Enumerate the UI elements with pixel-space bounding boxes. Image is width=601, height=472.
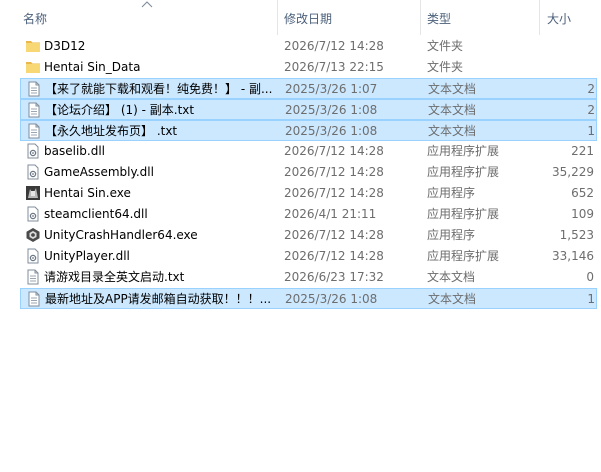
file-name: baselib.dll xyxy=(44,144,105,158)
file-modified-date: 2026/7/12 14:28 xyxy=(284,165,384,179)
column-header-type[interactable]: 类型 xyxy=(421,0,539,35)
folder-icon xyxy=(25,59,41,75)
file-row[interactable]: 【来了就能下载和观看！纯免费！】 - 副... 2025/3/26 1:07 文本文… xyxy=(20,78,597,99)
file-modified-date: 2026/7/12 14:28 xyxy=(284,186,384,200)
dll-icon xyxy=(25,143,41,159)
file-modified-date: 2026/7/13 22:15 xyxy=(284,60,384,74)
file-modified-date: 2026/7/12 14:28 xyxy=(284,39,384,53)
file-name: 【论坛介绍】 (1) - 副本.txt xyxy=(45,103,195,117)
text-file-icon xyxy=(26,123,42,139)
file-row[interactable]: UnityPlayer.dll 2026/7/12 14:28 应用程序扩展 33,1… xyxy=(20,246,597,267)
dll-icon xyxy=(25,164,41,180)
file-name: Hentai Sin.exe xyxy=(44,186,131,200)
file-row[interactable]: 请游戏目录全英文启动.txt 2026/6/23 17:32 文本文档 0 xyxy=(20,267,597,288)
file-name: GameAssembly.dll xyxy=(44,165,154,179)
file-size: 0 xyxy=(586,270,594,284)
file-name: 最新地址及APP请发邮箱自动获取！！！... xyxy=(45,292,272,306)
file-row[interactable]: 最新地址及APP请发邮箱自动获取！！！... 2025/3/26 1:08 文本文档… xyxy=(20,288,597,309)
file-row[interactable]: UnityCrashHandler64.exe 2026/7/12 14:28 应用… xyxy=(20,225,597,246)
file-type: 应用程序扩展 xyxy=(427,249,500,263)
column-header-type-label: 类型 xyxy=(427,12,452,26)
file-name: steamclient64.dll xyxy=(44,207,148,221)
file-row[interactable]: GameAssembly.dll 2026/7/12 14:28 应用程序扩展 35,… xyxy=(20,162,597,183)
file-name: 请游戏目录全英文启动.txt xyxy=(44,270,185,284)
file-size: 2 xyxy=(587,82,595,96)
column-header-name[interactable]: 名称 xyxy=(0,0,277,35)
file-size: 652 xyxy=(571,186,594,200)
file-size xyxy=(540,36,594,57)
file-type: 应用程序 xyxy=(427,186,476,200)
dll-icon xyxy=(25,206,41,222)
text-file-icon xyxy=(26,81,42,97)
file-modified-date: 2025/3/26 1:07 xyxy=(285,82,378,96)
file-type: 文本文档 xyxy=(428,82,477,96)
file-row[interactable]: D3D12 2026/7/12 14:28 文件夹 xyxy=(20,36,597,57)
file-row[interactable]: 【论坛介绍】 (1) - 副本.txt 2025/3/26 1:08 文本文档 2 xyxy=(20,99,597,120)
file-name: 【来了就能下载和观看！纯免费！】 - 副... xyxy=(45,82,273,96)
file-modified-date: 2026/7/12 14:28 xyxy=(284,144,384,158)
file-name: 【永久地址发布页】 .txt xyxy=(45,124,178,138)
file-size: 33,146 xyxy=(552,249,594,263)
file-type: 应用程序扩展 xyxy=(427,144,500,158)
app-icon xyxy=(25,185,41,201)
text-file-icon xyxy=(25,269,41,285)
file-type: 文件夹 xyxy=(427,39,464,53)
file-type: 应用程序扩展 xyxy=(427,165,500,179)
column-header-size[interactable]: 大小 xyxy=(540,0,601,35)
file-size: 35,229 xyxy=(552,165,594,179)
column-header-date-label: 修改日期 xyxy=(284,12,333,26)
folder-icon xyxy=(25,38,41,54)
dll-icon xyxy=(25,248,41,264)
file-type: 应用程序扩展 xyxy=(427,207,500,221)
text-file-icon xyxy=(26,291,42,307)
file-modified-date: 2026/4/1 21:11 xyxy=(284,207,377,221)
file-type: 文本文档 xyxy=(428,292,477,306)
file-name: D3D12 xyxy=(44,39,86,53)
file-name: UnityPlayer.dll xyxy=(44,249,130,263)
file-modified-date: 2025/3/26 1:08 xyxy=(285,292,378,306)
column-header-date[interactable]: 修改日期 xyxy=(278,0,420,35)
file-modified-date: 2025/3/26 1:08 xyxy=(285,103,378,117)
file-row[interactable]: steamclient64.dll 2026/4/1 21:11 应用程序扩展 109 xyxy=(20,204,597,225)
file-modified-date: 2025/3/26 1:08 xyxy=(285,124,378,138)
file-type: 文本文档 xyxy=(427,270,476,284)
file-size: 1,523 xyxy=(559,228,594,242)
file-modified-date: 2026/7/12 14:28 xyxy=(284,228,384,242)
file-row[interactable]: Hentai Sin.exe 2026/7/12 14:28 应用程序 652 xyxy=(20,183,597,204)
column-header-size-label: 大小 xyxy=(547,12,572,26)
file-name: Hentai Sin_Data xyxy=(44,60,141,74)
file-name: UnityCrashHandler64.exe xyxy=(44,228,198,242)
file-size xyxy=(540,57,594,78)
file-type: 文件夹 xyxy=(427,60,464,74)
file-size: 2 xyxy=(587,103,595,117)
file-type: 文本文档 xyxy=(428,124,477,138)
file-modified-date: 2026/7/12 14:28 xyxy=(284,249,384,263)
file-size: 1 xyxy=(587,124,595,138)
file-modified-date: 2026/6/23 17:32 xyxy=(284,270,384,284)
file-row[interactable]: 【永久地址发布页】 .txt 2025/3/26 1:08 文本文档 1 xyxy=(20,120,597,141)
column-header: 名称 修改日期 类型 大小 xyxy=(0,0,601,35)
file-type: 应用程序 xyxy=(427,228,476,242)
file-type: 文本文档 xyxy=(428,103,477,117)
file-size: 221 xyxy=(571,144,594,158)
unity-icon xyxy=(25,227,41,243)
file-row[interactable]: Hentai Sin_Data 2026/7/13 22:15 文件夹 xyxy=(20,57,597,78)
column-header-name-label: 名称 xyxy=(23,12,48,26)
text-file-icon xyxy=(26,102,42,118)
file-row[interactable]: baselib.dll 2026/7/12 14:28 应用程序扩展 221 xyxy=(20,141,597,162)
file-size: 1 xyxy=(587,292,595,306)
file-size: 109 xyxy=(571,207,594,221)
